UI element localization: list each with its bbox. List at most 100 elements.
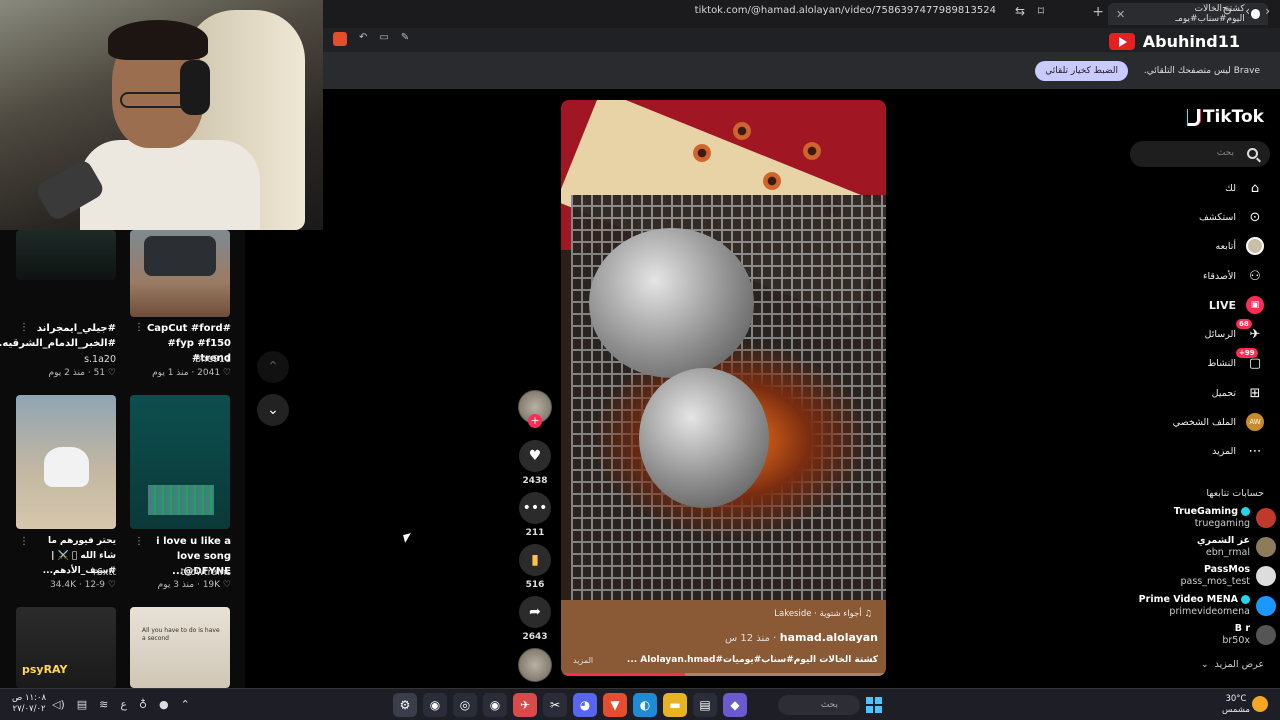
music-label[interactable]: ♫ أجواء شتوية · Lakeside (774, 609, 872, 619)
nav-more[interactable]: ⋯ المزيد (1212, 440, 1264, 462)
nav-activity[interactable]: ▢ 99+ النشاط (1207, 348, 1264, 374)
video-author[interactable]: hamad.alolayan (780, 631, 878, 644)
grid-author[interactable]: s.1a20 (30, 354, 116, 365)
brave-app-icon[interactable]: ▼ (603, 693, 627, 717)
telegram-app-icon[interactable]: ✈ (513, 693, 537, 717)
like-button[interactable]: ♥ (519, 440, 551, 472)
grid-caption[interactable]: #جيلي_ايمجراند #الخبر_الدمام_الشرقيه... (0, 321, 116, 351)
edge-app-icon[interactable]: ◐ (633, 693, 657, 717)
nav-upload[interactable]: ⊞ تحميل (1212, 382, 1264, 404)
close-tab-icon[interactable]: ✕ (1116, 8, 1125, 21)
undo-icon[interactable]: ↶ (359, 32, 367, 46)
video-thumbnail[interactable] (130, 230, 230, 317)
video-thumbnail[interactable] (16, 230, 116, 280)
obs-app-icon[interactable]: ◎ (453, 693, 477, 717)
follow-plus-icon[interactable]: + (528, 414, 542, 428)
video-caption: كشتة الخالات اليوم#سناب#يوميات#Alolayan.… (626, 655, 878, 665)
video-progress-bar[interactable] (561, 673, 685, 676)
more-options-icon[interactable]: ⋮ (19, 322, 29, 333)
heart-icon: ♡ (222, 368, 231, 378)
nav-messages[interactable]: ✈ 68 الرسائل (1205, 319, 1264, 345)
following-account[interactable]: عز الشمري ebn_rmal (1128, 534, 1280, 562)
browser-tab[interactable]: كشتة الخالات اليوم#سناب#يومـ ✕ (1108, 3, 1268, 25)
wifi-icon[interactable]: ≋ (99, 698, 108, 711)
heart-icon: ♡ (222, 580, 231, 590)
stream-channel-overlay: Abuhind11 (1108, 32, 1240, 51)
video-thumbnail[interactable] (130, 395, 230, 529)
avatar (1256, 537, 1276, 557)
notepad-app-icon[interactable]: ▤ (693, 693, 717, 717)
video-time: منذ 12 س (724, 633, 770, 644)
like-count: 34.4K (50, 580, 77, 590)
horse-shape (44, 447, 89, 487)
chevron-up-icon[interactable]: ⌃ (181, 698, 190, 711)
nav-live[interactable]: ▣ LIVE (1209, 294, 1264, 316)
file-explorer-icon[interactable]: ▬ (663, 693, 687, 717)
tiktok-logo[interactable]: TikTok (1187, 107, 1264, 127)
following-account[interactable]: B r br50x (1128, 622, 1280, 650)
video-thumbnail[interactable]: All you have to do is have a second (130, 607, 230, 688)
settings-app-icon[interactable]: ⚙ (393, 693, 417, 717)
steam-app-icon[interactable]: ◉ (423, 693, 447, 717)
music-title: أجواء شتوية · Lakeside (774, 609, 862, 619)
next-video-button[interactable]: ⌄ (257, 394, 289, 426)
more-options-icon[interactable]: ⋮ (19, 536, 29, 547)
new-tab-button[interactable]: + (1092, 4, 1104, 20)
following-account[interactable]: TrueGaming truegaming (1128, 505, 1280, 533)
youtube-logo-icon (1108, 33, 1135, 50)
caption-more-button[interactable]: المزيد (573, 656, 593, 665)
grid-author[interactable]: r6xtt (30, 567, 116, 578)
nav-for-you[interactable]: ⌂ لك (1225, 177, 1264, 199)
back-icon[interactable]: ‹ (1245, 4, 1250, 18)
reload-icon[interactable]: ↻ (1222, 4, 1232, 18)
person-body-shape (80, 140, 260, 230)
more-options-icon[interactable]: ⋮ (134, 322, 144, 333)
snipping-app-icon[interactable]: ✂ (543, 693, 567, 717)
bookmark-icon: ▮ (531, 552, 539, 568)
grid-author[interactable]: bne911. (143, 354, 231, 365)
truck-shape (144, 236, 216, 276)
steam-alt-app-icon[interactable]: ◉ (483, 693, 507, 717)
nav-explore[interactable]: ⊙ استكشف (1199, 206, 1264, 228)
address-bar[interactable]: tiktok.com/@hamad.alolayan/video/7586397… (695, 5, 996, 16)
save-button[interactable]: ▮ (519, 544, 551, 576)
more-options-icon[interactable]: ⋮ (134, 536, 144, 547)
taskbar-search[interactable]: بحث (778, 695, 860, 715)
toolbar-extension-icons: ↶ ▭ ✎ (333, 32, 409, 46)
start-button[interactable] (866, 697, 882, 713)
video-thumbnail[interactable] (16, 395, 116, 529)
search-input[interactable]: بحث (1130, 141, 1270, 167)
network-icon[interactable]: ▤ (77, 698, 87, 711)
microphone-icon[interactable]: ♁ (139, 698, 147, 711)
cast-icon[interactable]: ▭ (379, 32, 388, 46)
tune-icon[interactable]: ⇆ (1015, 4, 1025, 18)
bookmark-icon[interactable]: ⌑ (1038, 4, 1044, 18)
previous-video-button[interactable]: ⌃ (257, 351, 289, 383)
nav-friends[interactable]: ⚇ الأصدقاء (1203, 265, 1264, 287)
grid-author[interactable]: tbowtrains (143, 567, 231, 578)
nav-following[interactable]: أتابعه (1216, 235, 1264, 257)
chevron-down-icon: ⌄ (1200, 659, 1209, 670)
game-app-icon[interactable]: ◆ (723, 693, 747, 717)
clock-date: ٢٧/٠٧/٠٢ (12, 704, 46, 714)
keyboard-language[interactable]: ع (120, 698, 127, 711)
sound-disc-avatar[interactable] (518, 648, 552, 682)
nav-profile[interactable]: AW الملف الشخصي (1173, 411, 1264, 433)
video-player[interactable]: ♫ أجواء شتوية · Lakeside hamad.alolayan … (561, 100, 886, 676)
discord-app-icon[interactable]: ◕ (573, 693, 597, 717)
tray-app-icon[interactable]: ● (159, 698, 169, 711)
following-account[interactable]: Prime Video MENA primevideomena (1128, 593, 1280, 621)
windows-taskbar: ١١:٠٨ ص ٢٧/٠٧/٠٢ ◁) ▤ ≋ ع ♁ ● ⌃ ⚙ ◉ ◎ ◉ … (0, 688, 1280, 720)
edit-icon[interactable]: ✎ (401, 32, 409, 46)
speaker-icon[interactable]: ◁) (52, 698, 65, 711)
share-button[interactable]: ➦ (519, 596, 551, 628)
comment-button[interactable]: ••• (519, 492, 551, 524)
taskbar-clock[interactable]: ١١:٠٨ ص ٢٧/٠٧/٠٢ (12, 693, 46, 715)
brave-shield-icon[interactable] (333, 32, 347, 46)
following-account[interactable]: PassMos pass_mos_test (1128, 563, 1280, 591)
forward-icon[interactable]: › (1265, 4, 1270, 18)
show-more-button[interactable]: عرض المزيد ⌄ (1201, 659, 1264, 670)
set-default-button[interactable]: الضبط كخيار تلقائي (1035, 61, 1128, 81)
search-icon[interactable] (1247, 148, 1258, 159)
weather-widget[interactable]: 30°C مشمس (1222, 694, 1250, 716)
